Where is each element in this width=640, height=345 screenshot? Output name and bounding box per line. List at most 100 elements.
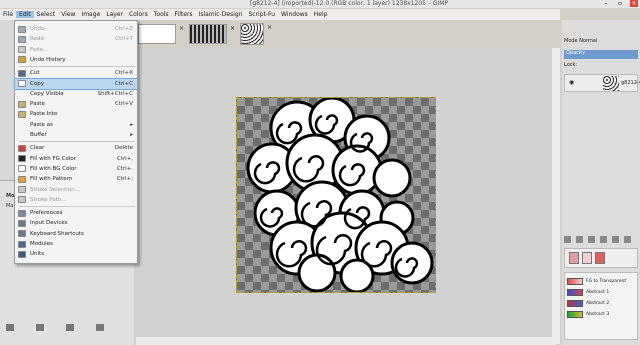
menu-select[interactable]: Select [34,11,59,18]
menu-tools[interactable]: Tools [151,11,172,18]
menu-islamic-design[interactable]: Islamic-Design [196,11,246,18]
lower-layer-icon[interactable] [588,236,595,243]
menu-colors[interactable]: Colors [126,11,151,18]
edit-menu: Undo Ctrl+Z Redo Ctrl+Y Fade... Undo History C… [14,20,138,264]
image-tab-3[interactable]: × [240,23,272,45]
menu-item-buffer[interactable]: Buffer ▸ [15,130,137,140]
menu-item-cut[interactable]: Cut Ctrl+X [15,68,137,78]
menu-help[interactable]: Help [311,11,331,18]
gradient-swatch[interactable] [582,252,592,264]
menu-item-units[interactable]: Units [15,249,137,259]
menu-item-paste-as[interactable]: Paste as ▸ [15,120,137,130]
vertical-scrollbar[interactable] [552,48,560,344]
menu-item-undo[interactable]: Undo Ctrl+Z [15,24,137,34]
paste-into-icon [18,110,26,118]
menu-item-preferences[interactable]: Preferences [15,208,137,218]
menu-item-input-devices[interactable]: Input Devices [15,218,137,228]
reset-options-icon[interactable] [96,324,104,331]
menu-item-shortcut: Ctrl+Y [115,36,133,43]
menu-filters[interactable]: Filters [172,11,196,18]
menu-item-label: Copy Visible [30,90,64,97]
menu-script-fu[interactable]: Script-Fu [245,11,278,18]
image-tabs: × × × [138,22,558,46]
menu-item-modules[interactable]: Modules [15,239,137,249]
menu-item-fill-with-bg-color[interactable]: Fill with BG Color Ctrl+. [15,164,137,174]
image-tab-1[interactable]: × [138,24,184,44]
close-tab-icon[interactable]: × [179,25,184,32]
opacity-slider[interactable]: Opacity [564,50,638,59]
layer-row[interactable]: ◉ g8212-4 [564,74,640,92]
menu-item-label: Fill with FG Color [30,155,77,162]
image-canvas[interactable] [236,97,436,293]
restore-options-icon[interactable] [36,324,44,331]
menu-item-fade[interactable]: Fade... [15,45,137,55]
stroke-selection-icon [18,186,26,193]
gradient-swatch[interactable] [595,252,605,264]
duplicate-layer-icon[interactable] [600,236,607,243]
menu-item-label: Redo [30,36,44,43]
menu-item-fill-with-pattern[interactable]: Fill with Pattern Ctrl+; [15,174,137,184]
gradient-item[interactable]: Abstract 1 [567,288,637,297]
menu-layer[interactable]: Layer [103,11,126,18]
menu-edit[interactable]: Edit [16,11,34,18]
mode-value[interactable]: Normal [579,38,597,44]
menu-item-label: Fade... [30,46,49,53]
gradient-item[interactable]: Abstract 3 [567,310,637,319]
minimize-icon[interactable]: – [602,0,610,7]
menu-windows[interactable]: Windows [278,11,311,18]
navigate-icon[interactable] [548,20,560,60]
menu-item-undo-history[interactable]: Undo History [15,55,137,65]
gradient-item[interactable]: Abstract 2 [567,299,637,308]
menu-item-label: Undo History [30,56,66,63]
layer-mode-row[interactable]: Mode Normal [564,38,597,44]
raise-layer-icon[interactable] [576,236,583,243]
horizontal-scrollbar[interactable] [136,337,556,345]
gradient-item[interactable]: FG to Transparent [567,277,637,286]
menu-item-clear[interactable]: Clear Delete [15,143,137,153]
gradient-name: FG to Transparent [586,279,627,284]
menu-item-label: Units [30,251,45,258]
menu-item-label: Fill with Pattern [30,176,73,183]
menu-image[interactable]: Image [78,11,103,18]
menu-item-paste[interactable]: Paste Ctrl+V [15,99,137,109]
units-icon [18,250,26,258]
image-tab-2[interactable]: × [189,24,235,44]
undo-icon [18,25,26,33]
keyboard-icon [18,230,26,238]
blank-icon [18,121,26,128]
menu-item-label: Undo [30,26,45,32]
menu-item-stroke-path[interactable]: Stroke Path... [15,195,137,205]
new-layer-icon[interactable] [564,236,571,243]
delete-layer-icon[interactable] [624,236,631,243]
copy-icon [18,80,26,87]
anchor-layer-icon[interactable] [612,236,619,243]
menu-item-fill-with-fg-color[interactable]: Fill with FG Color Ctrl+, [15,154,137,164]
menu-item-label: Modules [30,241,53,247]
close-tab-icon[interactable]: × [230,25,235,32]
window-title: [g8212-4] (imported)-12.0 (RGB color, 1 … [250,0,448,7]
visibility-eye-icon[interactable]: ◉ [569,79,574,86]
save-options-icon[interactable] [6,324,14,331]
menu-separator [19,66,135,68]
menu-item-label: Clear [30,145,45,152]
blank-icon [18,90,26,97]
delete-options-icon[interactable] [66,324,74,331]
menu-file[interactable]: File [0,11,16,18]
tool-options-label-2: Ma [6,203,14,209]
fade-icon [18,46,26,54]
menu-bar: File Edit Select View Image Layer Colors Tools F… [0,9,560,20]
close-icon[interactable]: × [630,0,638,7]
menu-item-redo[interactable]: Redo Ctrl+Y [15,34,137,44]
menu-item-keyboard-shortcuts[interactable]: Keyboard Shortcuts [15,229,137,239]
menu-item-copy-visible[interactable]: Copy Visible Shift+Ctrl+C [15,89,137,99]
redo-icon [18,35,26,43]
menu-view[interactable]: View [58,11,78,18]
gradient-swatch[interactable] [569,252,579,264]
close-tab-icon[interactable]: × [267,24,272,31]
maximize-icon[interactable]: ▫ [616,0,624,7]
gradient-preview [567,289,583,296]
swirl-artwork [246,98,434,292]
menu-item-stroke-selection[interactable]: Stroke Selection... [15,185,137,195]
menu-item-paste-into[interactable]: Paste Into [15,109,137,119]
menu-item-copy[interactable]: Copy Ctrl+C [14,77,138,90]
